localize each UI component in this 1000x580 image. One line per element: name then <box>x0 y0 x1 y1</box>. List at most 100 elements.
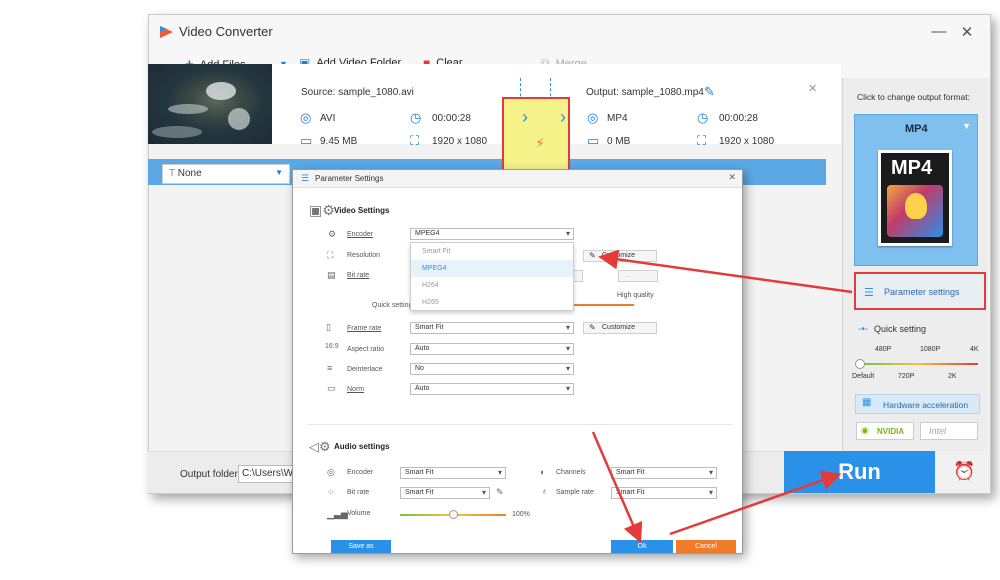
quality-label-default: Default <box>852 373 875 380</box>
bitrate-icon: ▤ <box>327 270 336 280</box>
sample-rate-label: Sample rate <box>556 489 594 496</box>
section-divider <box>308 424 732 425</box>
resolution-customize-button[interactable]: ✎ Customize <box>583 250 657 262</box>
chip-icon: ▦ <box>862 397 872 408</box>
encoder-option-selected[interactable]: MPEG4 <box>411 260 573 277</box>
channels-icon: ◐ <box>540 467 546 477</box>
quick-setting-label: Quick setting <box>372 302 413 309</box>
quality-label-2k: 2K <box>948 373 957 380</box>
quality-label-480p: 480P <box>875 346 892 353</box>
chevron-right-icon: › <box>522 107 528 127</box>
audio-settings-icon: ◁⚙ <box>309 439 331 454</box>
mp4-format-icon: MP4 <box>878 150 952 246</box>
source-filename: Source: sample_1080.avi <box>301 87 414 98</box>
norm-label: Norm <box>347 386 365 393</box>
frame-rate-select[interactable]: Smart Fit <box>410 322 574 334</box>
encoder-select[interactable]: MPEG4 <box>410 228 574 240</box>
resolution-icon: ⛶ <box>410 133 420 148</box>
output-resolution: 1920 x 1080 <box>719 136 775 147</box>
alarm-clock-icon: ⏰ <box>953 461 976 481</box>
source-resolution: 1920 x 1080 <box>432 136 488 147</box>
quality-label-720p: 720P <box>898 373 915 380</box>
change-format-hint: Click to change output format: <box>857 92 970 102</box>
volume-slider-handle[interactable] <box>449 510 458 519</box>
volume-label: Volume <box>347 510 371 517</box>
audio-settings-heading: Audio settings <box>334 442 390 451</box>
encoder-dropdown-list[interactable]: Smart Fit MPEG4 H264 H265 <box>410 242 574 311</box>
hardware-acceleration-label: Hardware acceleration <box>883 400 969 410</box>
volume-value: 100% <box>512 511 530 518</box>
hardware-acceleration-button[interactable]: ▦ Hardware acceleration <box>855 394 980 414</box>
edit-pencil-icon[interactable]: ✎ <box>704 84 715 100</box>
dialog-close-icon[interactable]: ✕ <box>728 172 736 183</box>
volume-icon: ▁▃▅ <box>327 509 348 519</box>
customize-label: Customize <box>602 324 636 331</box>
remove-file-icon[interactable]: ✕ <box>808 82 817 95</box>
audio-bitrate-select[interactable]: Smart Fit <box>400 487 490 499</box>
encoder-value: MPEG4 <box>415 230 440 237</box>
channels-select[interactable]: Smart Fit <box>611 467 717 479</box>
intel-option[interactable]: Intel <box>920 422 978 440</box>
app-logo-icon <box>160 26 173 38</box>
parameter-settings-button[interactable]: ☰ Parameter settings <box>854 272 986 310</box>
aspect-ratio-select[interactable]: Auto <box>410 343 574 355</box>
audio-encoder-label: Encoder <box>347 469 374 476</box>
dialog-title-bar: ☰ Parameter Settings ✕ <box>293 170 742 188</box>
output-clock-icon: ◷ <box>697 110 709 125</box>
film-reel-graphic <box>887 185 943 237</box>
lightning-icon: ⚡ <box>535 135 545 151</box>
bitrate-slider[interactable] <box>568 304 634 306</box>
bitrate-mode-button[interactable]: … <box>618 270 658 282</box>
format-icon: ◎ <box>300 110 312 125</box>
norm-icon: ▭ <box>327 383 336 393</box>
frame-rate-label: Frame rate <box>347 325 382 332</box>
encoder-option[interactable]: H265 <box>411 294 573 311</box>
frame-rate-icon: ▯ <box>326 322 331 332</box>
high-quality-label: High quality <box>617 292 654 299</box>
alarm-button[interactable]: ⏰ <box>936 451 990 493</box>
audio-bitrate-edit-icon[interactable]: ✎ <box>496 487 504 498</box>
subtitle-select[interactable]: T None ▼ <box>162 164 290 184</box>
output-folder-input[interactable]: C:\Users\Wond <box>238 465 298 483</box>
minimize-button[interactable]: — <box>929 23 949 40</box>
norm-value: Auto <box>415 385 430 392</box>
output-filesize-icon: ▭ <box>587 133 600 148</box>
close-button[interactable]: ✕ <box>957 23 977 41</box>
deinterlace-icon: ≡ <box>327 363 333 373</box>
aspect-ratio-icon: 16:9 <box>325 343 339 350</box>
channels-value: Smart Fit <box>616 469 645 476</box>
encoder-option[interactable]: H264 <box>411 277 573 294</box>
norm-select[interactable]: Auto <box>410 383 574 395</box>
chevron-down-icon: ▼ <box>275 168 283 177</box>
bitrate-label: Bit rate <box>347 272 370 279</box>
format-dropdown-icon: ▼ <box>962 121 971 131</box>
audio-bitrate-value: Smart Fit <box>405 489 434 496</box>
output-resolution-icon: ⛶ <box>697 133 707 148</box>
audio-encoder-select[interactable]: Smart Fit <box>400 467 506 479</box>
intel-label: Intel <box>929 426 947 436</box>
subtitle-select-value: None <box>177 168 202 179</box>
sample-rate-select[interactable]: Smart Fit <box>611 487 717 499</box>
ok-button[interactable]: Ok <box>611 540 673 553</box>
frame-rate-customize-button[interactable]: ✎ Customize <box>583 322 657 334</box>
deinterlace-select[interactable]: No <box>410 363 574 375</box>
video-settings-icon: ▣⚙ <box>309 202 335 218</box>
quality-slider-handle[interactable] <box>855 359 865 369</box>
nvidia-option[interactable]: ◉ NVIDIA <box>856 422 914 440</box>
file-row[interactable] <box>148 64 841 144</box>
chevron-right-icon: › <box>560 107 566 127</box>
dialog-title: Parameter Settings <box>315 174 384 183</box>
clock-icon: ◷ <box>410 110 422 125</box>
quality-slider-track[interactable] <box>860 363 978 365</box>
output-duration: 00:00:28 <box>719 113 758 124</box>
video-thumbnail[interactable] <box>148 64 272 144</box>
audio-bitrate-icon: ⁘ <box>327 487 335 497</box>
settings-icon: ☰ <box>301 173 310 183</box>
deinterlace-label: Deinterlace <box>347 366 383 373</box>
run-button[interactable]: Run <box>784 451 935 493</box>
sample-rate-value: Smart Fit <box>616 489 645 496</box>
cancel-button[interactable]: Cancel <box>676 540 736 553</box>
save-as-button[interactable]: Save as <box>331 540 391 553</box>
encoder-option[interactable]: Smart Fit <box>411 243 573 260</box>
audio-bitrate-label: Bit rate <box>347 489 370 496</box>
